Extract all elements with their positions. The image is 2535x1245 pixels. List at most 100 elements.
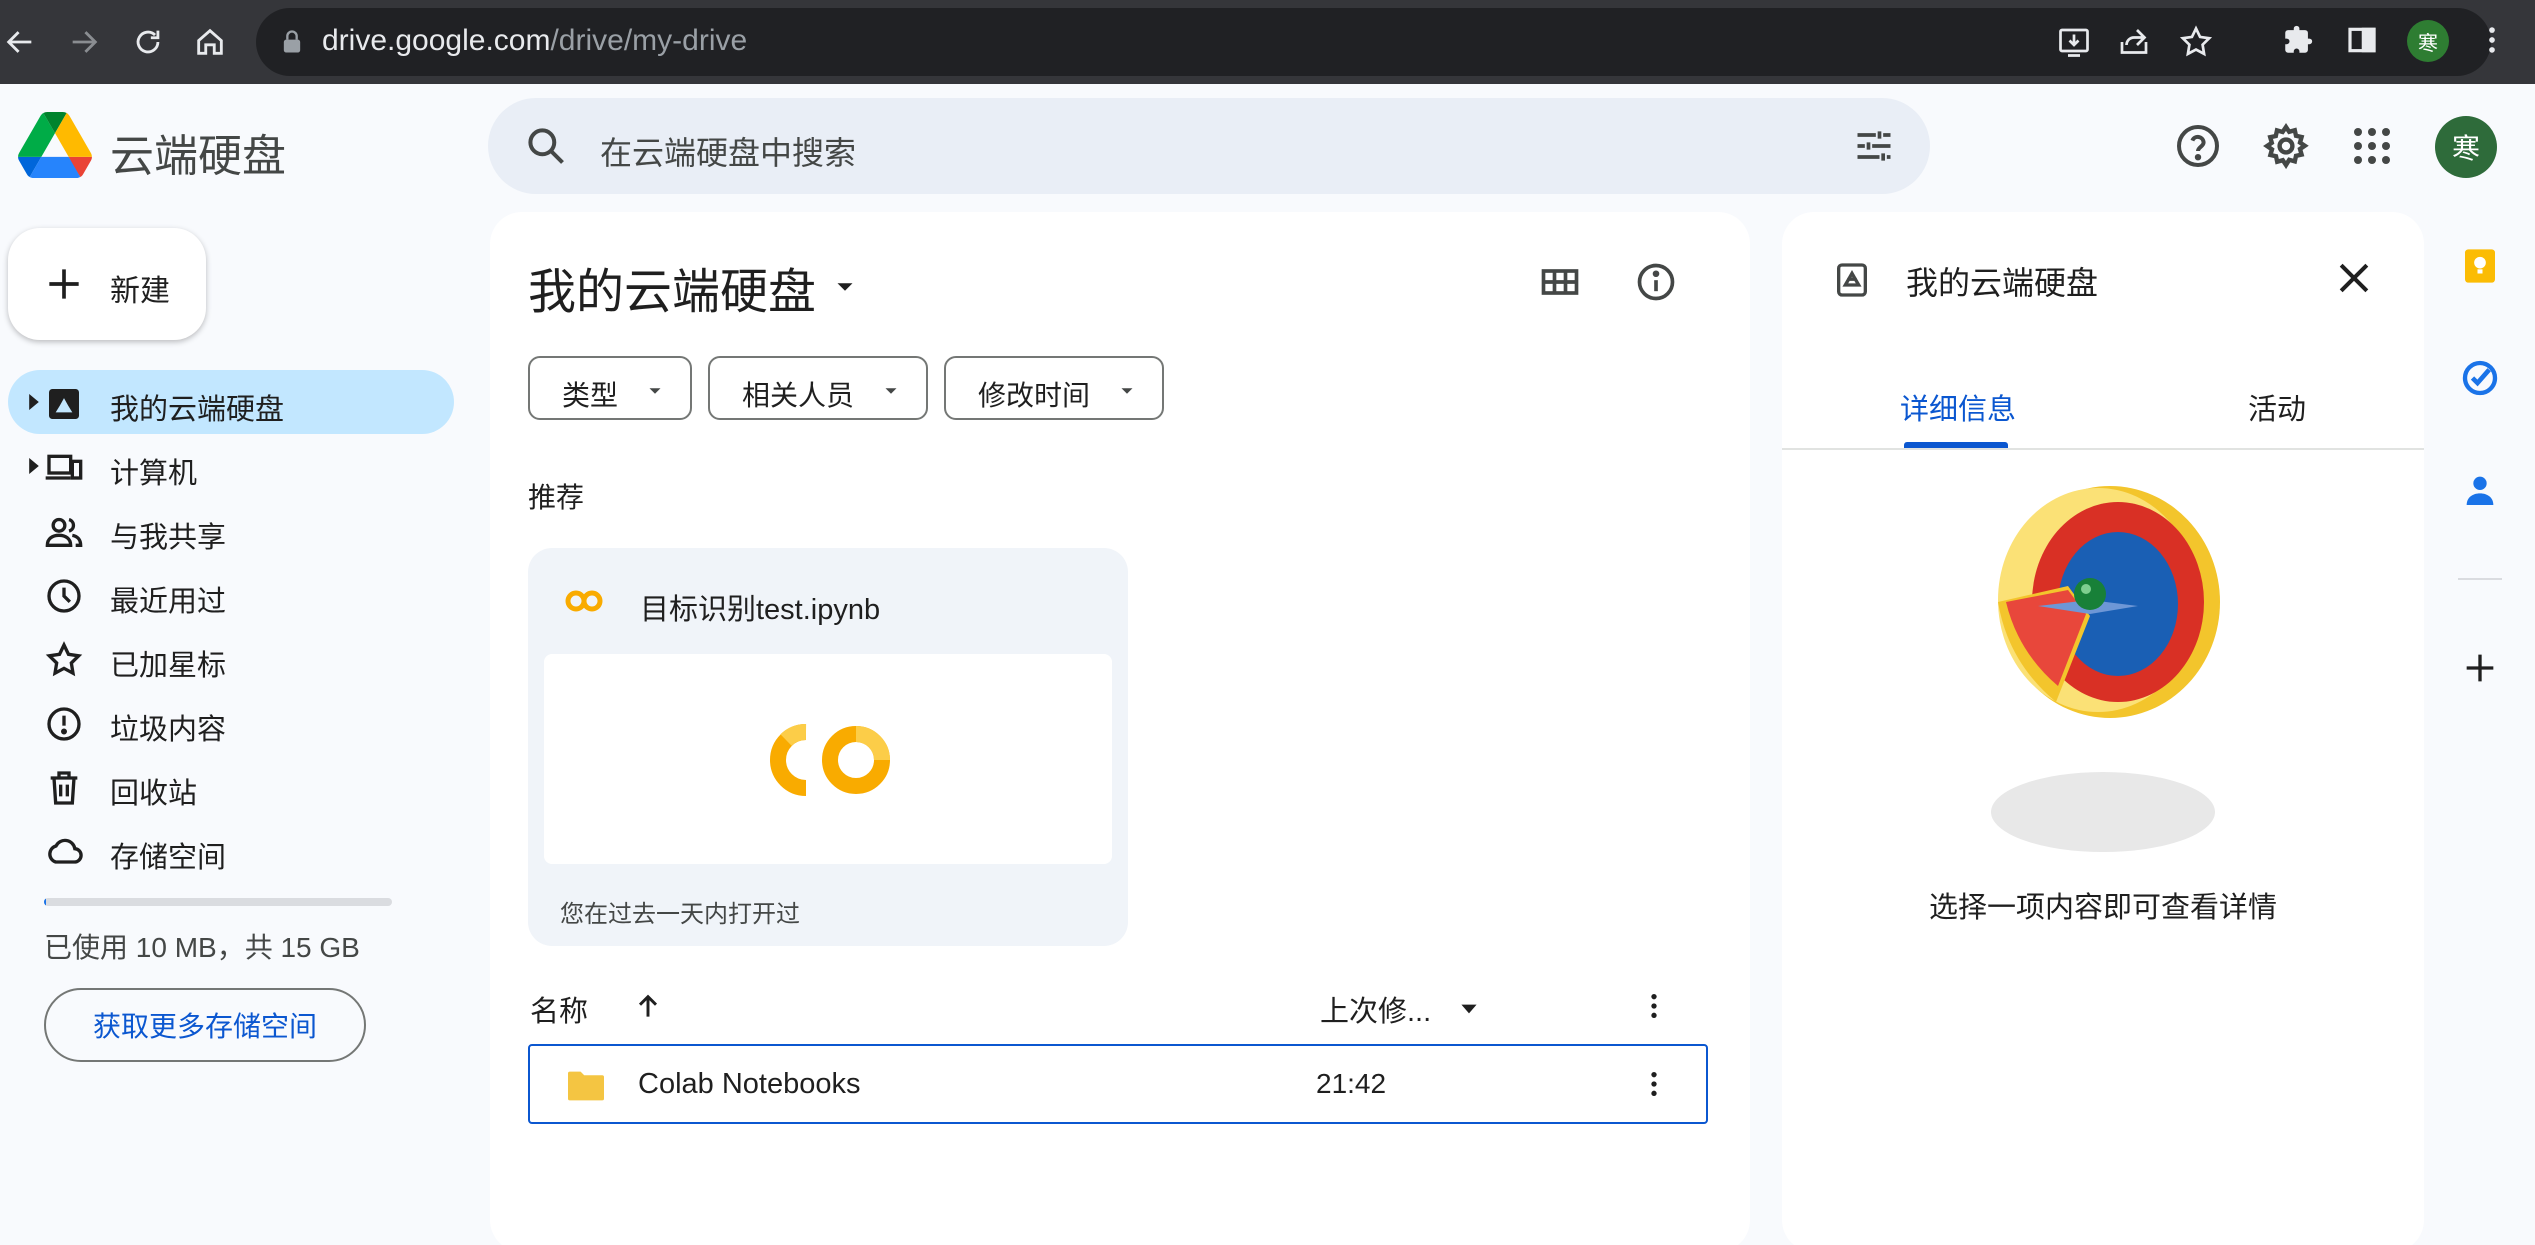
address-bar[interactable]: drive.google.com/drive/my-drive xyxy=(256,8,2491,76)
shared-icon xyxy=(45,517,83,547)
sidebar-item-label: 计算机 xyxy=(110,458,198,490)
url-text: drive.google.com/drive/my-drive xyxy=(322,24,748,57)
sidebar-item-label: 垃圾内容 xyxy=(110,714,227,746)
sidebar-item-label: 我的云端硬盘 xyxy=(110,394,285,426)
bookmark-star-icon[interactable] xyxy=(2178,24,2214,60)
install-icon[interactable] xyxy=(2056,24,2092,60)
storage-usage-bar xyxy=(44,898,392,906)
account-avatar[interactable]: 寒 xyxy=(2435,116,2497,178)
filter-people-chip[interactable]: 相关人员 xyxy=(708,356,928,420)
forward-icon[interactable] xyxy=(58,16,110,68)
search-input[interactable]: 在云端硬盘中搜索 xyxy=(600,128,856,174)
side-panel-icon[interactable] xyxy=(2342,20,2382,60)
help-icon[interactable] xyxy=(2174,122,2222,170)
suggested-file-title: 目标识别test.ipynb xyxy=(640,594,881,626)
computers-icon xyxy=(45,454,83,480)
details-title: 我的云端硬盘 xyxy=(1906,265,2099,301)
search-filters-icon[interactable] xyxy=(1852,124,1896,168)
sidebar-item-storage[interactable]: 存储空间 xyxy=(8,818,454,882)
sidebar-item-label: 存储空间 xyxy=(110,842,227,874)
chevron-down-icon xyxy=(1121,388,1133,394)
file-thumbnail xyxy=(544,654,1112,864)
get-more-storage-button[interactable]: 获取更多存储空间 xyxy=(44,988,366,1062)
main-content: 我的云端硬盘 类型 相关人员 修改时间 推荐 目标识别test.ipynb 您在… xyxy=(490,212,1750,1245)
row-more-icon[interactable] xyxy=(1638,1064,1670,1104)
settings-gear-icon[interactable] xyxy=(2262,122,2310,170)
chip-label: 类型 xyxy=(562,380,619,411)
cloud-icon xyxy=(48,838,83,864)
spam-icon xyxy=(47,707,81,741)
page-title[interactable]: 我的云端硬盘 xyxy=(528,252,816,322)
file-name: Colab Notebooks xyxy=(638,1068,861,1100)
storage-usage-text: 已使用 10 MB，共 15 GB xyxy=(44,932,360,963)
file-modified: 21:42 xyxy=(1316,1068,1387,1099)
new-button-label: 新建 xyxy=(110,275,170,308)
grid-view-icon[interactable] xyxy=(1538,260,1582,304)
tab-activity[interactable]: 活动 xyxy=(2248,386,2306,428)
trash-icon xyxy=(50,771,78,805)
rail-divider xyxy=(2458,578,2502,580)
expand-caret-icon[interactable] xyxy=(26,456,42,476)
sidebar-item-recent[interactable]: 最近用过 xyxy=(8,562,454,626)
colab-icon xyxy=(565,590,603,612)
keep-icon[interactable] xyxy=(2460,246,2500,286)
plus-icon xyxy=(49,269,79,299)
my-drive-icon xyxy=(49,389,79,419)
new-button[interactable]: 新建 xyxy=(8,228,206,340)
chip-label: 修改时间 xyxy=(978,380,1091,411)
back-icon[interactable] xyxy=(0,16,46,68)
home-icon[interactable] xyxy=(184,16,236,68)
lock-icon xyxy=(283,30,301,53)
tasks-icon[interactable] xyxy=(2460,358,2500,398)
more-actions-icon[interactable] xyxy=(1638,986,1670,1026)
browser-toolbar: drive.google.com/drive/my-drive 寒 xyxy=(0,0,2535,84)
sidebar-item-label: 回收站 xyxy=(110,778,198,810)
menu-kebab-icon[interactable] xyxy=(2472,20,2512,60)
drive-logo[interactable] xyxy=(18,112,92,178)
suggested-section-label: 推荐 xyxy=(528,482,585,513)
star-icon xyxy=(45,641,83,677)
chip-label: 相关人员 xyxy=(742,380,855,411)
sidebar-item-label: 最近用过 xyxy=(110,586,227,618)
tabs-divider xyxy=(1782,448,2424,450)
share-icon[interactable] xyxy=(2116,24,2152,60)
table-row[interactable]: Colab Notebooks 21:42 xyxy=(528,1044,1708,1124)
info-icon[interactable] xyxy=(1634,260,1678,304)
sidebar-item-trash[interactable]: 回收站 xyxy=(8,754,454,818)
app-title: 云端硬盘 xyxy=(110,132,286,181)
close-icon[interactable] xyxy=(2332,256,2376,300)
search-bar[interactable]: 在云端硬盘中搜索 xyxy=(488,98,1930,194)
column-header-name[interactable]: 名称 xyxy=(530,988,588,1030)
apps-grid-icon[interactable] xyxy=(2348,122,2396,170)
contacts-icon[interactable] xyxy=(2460,470,2500,510)
my-drive-outline-icon xyxy=(1837,263,1867,297)
empty-details-text: 选择一项内容即可查看详情 xyxy=(1928,892,2277,924)
suggested-file-card[interactable]: 目标识别test.ipynb 您在过去一天内打开过 xyxy=(528,548,1128,946)
sidebar-item-computers[interactable]: 计算机 xyxy=(8,434,454,498)
tab-details[interactable]: 详细信息 xyxy=(1900,386,2016,428)
sidebar-item-label: 与我共享 xyxy=(110,522,227,554)
colab-logo-icon xyxy=(770,724,890,796)
extensions-icon[interactable] xyxy=(2278,20,2318,60)
add-addon-plus-icon[interactable] xyxy=(2460,648,2500,688)
sidebar-item-my-drive[interactable]: 我的云端硬盘 xyxy=(8,370,454,434)
sidebar-item-starred[interactable]: 已加星标 xyxy=(8,626,454,690)
reload-icon[interactable] xyxy=(122,16,174,68)
chevron-down-icon xyxy=(885,388,897,394)
search-icon[interactable] xyxy=(524,124,568,168)
suggested-file-reason: 您在过去一天内打开过 xyxy=(560,901,800,928)
sidebar-item-spam[interactable]: 垃圾内容 xyxy=(8,690,454,754)
sidebar-item-shared[interactable]: 与我共享 xyxy=(8,498,454,562)
column-header-modified[interactable]: 上次修... xyxy=(1320,988,1431,1030)
expand-caret-icon[interactable] xyxy=(26,392,42,412)
chevron-down-icon[interactable] xyxy=(1456,996,1482,1022)
filter-modified-chip[interactable]: 修改时间 xyxy=(944,356,1164,420)
filter-type-chip[interactable]: 类型 xyxy=(528,356,692,420)
title-dropdown-icon[interactable] xyxy=(830,272,860,302)
clock-icon xyxy=(47,579,81,613)
folder-icon xyxy=(568,1071,604,1101)
earth-core-illustration xyxy=(1991,486,2220,852)
sidebar-item-label: 已加星标 xyxy=(110,650,227,682)
sort-arrow-up-icon[interactable] xyxy=(632,990,664,1022)
browser-profile-avatar[interactable]: 寒 xyxy=(2407,20,2449,62)
